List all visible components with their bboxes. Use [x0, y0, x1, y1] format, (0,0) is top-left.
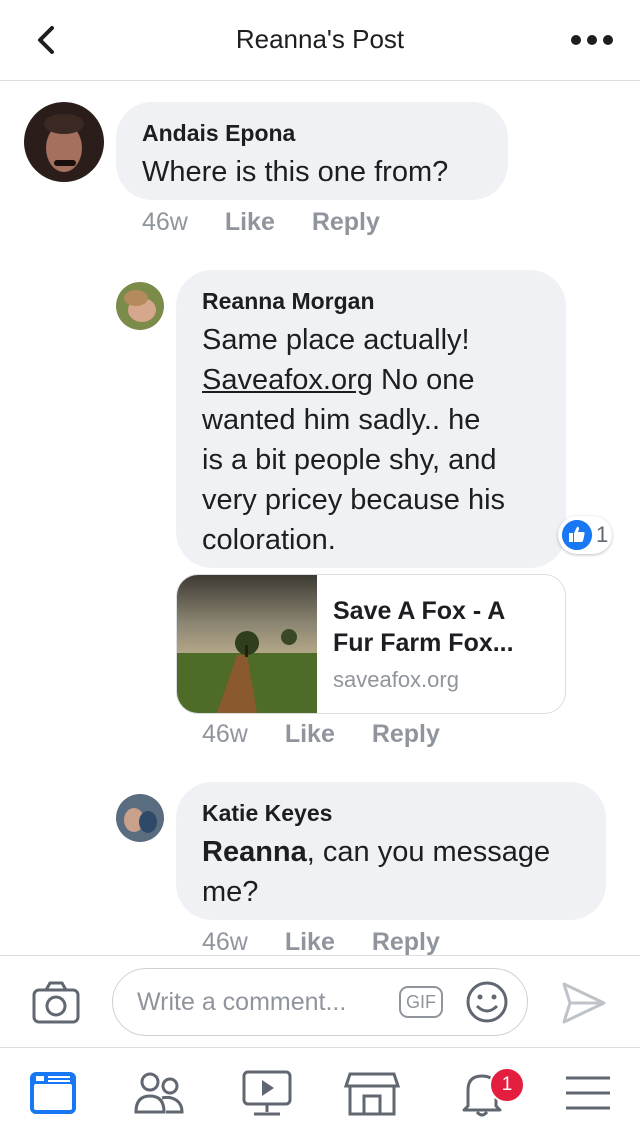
menu-icon[interactable] — [560, 1068, 616, 1118]
avatar-katie-image — [116, 794, 164, 842]
watch-icon[interactable] — [240, 1068, 296, 1118]
comment-meta: 46w Like Reply — [142, 208, 410, 237]
comment-timestamp: 46w — [202, 928, 248, 956]
send-icon[interactable] — [560, 980, 608, 1026]
comment-meta: 46w Like Reply — [202, 720, 470, 749]
more-dots-icon[interactable] — [570, 30, 614, 50]
comment-timestamp: 46w — [202, 720, 248, 748]
comment-text: Same place actually! Saveafox.org No one… — [202, 320, 562, 560]
link-preview-title-line: Save A Fox - A — [333, 597, 506, 625]
link-preview-title: Save A Fox - A Fur Farm Fox... — [333, 595, 553, 659]
camera-icon[interactable] — [32, 980, 80, 1024]
comment-timestamp: 46w — [142, 208, 188, 236]
comment-text: Reanna, can you message me? — [202, 832, 602, 912]
link-preview-domain: saveafox.org — [333, 667, 459, 692]
reaction-count: 1 — [596, 522, 609, 547]
link-preview-card[interactable]: Save A Fox - A Fur Farm Fox... saveafox.… — [176, 574, 566, 714]
comment-composer: GIF — [0, 955, 640, 1048]
gif-button[interactable]: GIF — [399, 986, 443, 1018]
comment-text-line: is a bit people shy, and — [202, 444, 497, 476]
comment-author[interactable]: Katie Keyes — [202, 800, 332, 827]
reply-button[interactable]: Reply — [312, 208, 380, 236]
emoji-icon[interactable] — [465, 980, 509, 1024]
comment-text-segment: No one — [372, 364, 475, 396]
reply-button[interactable]: Reply — [372, 720, 440, 748]
like-button[interactable]: Like — [285, 720, 335, 748]
comment-text-line: very pricey because his — [202, 484, 506, 516]
avatar-andais-image — [24, 102, 104, 182]
bottom-tab-bar — [0, 1047, 640, 1137]
comment-text-segment: , can you message — [306, 836, 551, 868]
friends-icon[interactable] — [132, 1068, 188, 1118]
marketplace-icon[interactable] — [344, 1068, 400, 1118]
comment-bubble[interactable]: Katie Keyes Reanna, can you message me? — [176, 782, 606, 920]
comment-bubble[interactable]: Andais Epona Where is this one from? — [116, 102, 508, 200]
comment-input-box[interactable]: GIF — [112, 968, 528, 1036]
avatar[interactable] — [116, 794, 164, 842]
like-button[interactable]: Like — [225, 208, 275, 236]
thumbs-up-icon — [562, 520, 592, 550]
page-title: Reanna's Post — [235, 24, 405, 54]
comment-meta: 46w Like Reply — [202, 928, 470, 957]
avatar-reanna-image — [116, 282, 164, 330]
reaction-badge[interactable]: 1 — [558, 516, 612, 554]
avatar[interactable] — [116, 282, 164, 330]
like-button[interactable]: Like — [285, 928, 335, 956]
external-link[interactable]: Saveafox.org — [202, 364, 373, 396]
comment-text-line: Same place actually! — [202, 324, 470, 356]
comment-author[interactable]: Reanna Morgan — [202, 288, 375, 315]
comment-text-line: coloration. — [202, 524, 336, 556]
header-bar: Reanna's Post — [0, 0, 640, 81]
comment-input[interactable] — [135, 969, 389, 1035]
comment-bubble[interactable]: Reanna Morgan Same place actually! Savea… — [176, 270, 566, 568]
comment-text-line: wanted him sadly.. he — [202, 404, 481, 436]
news-feed-icon[interactable] — [26, 1068, 82, 1118]
comment-text-line: me? — [202, 876, 259, 908]
comment-text-line: Reanna, can you message — [202, 832, 602, 872]
comment-text: Where is this one from? — [142, 156, 449, 188]
reply-button[interactable]: Reply — [372, 928, 440, 956]
link-preview-title-line: Fur Farm Fox... — [333, 629, 514, 657]
avatar[interactable] — [24, 102, 104, 182]
link-preview-image — [177, 575, 317, 713]
comment-text-line: Saveafox.org No one — [202, 360, 562, 400]
notification-badge: 1 — [489, 1067, 525, 1103]
comment-author[interactable]: Andais Epona — [142, 120, 295, 147]
user-mention[interactable]: Reanna — [202, 836, 307, 868]
